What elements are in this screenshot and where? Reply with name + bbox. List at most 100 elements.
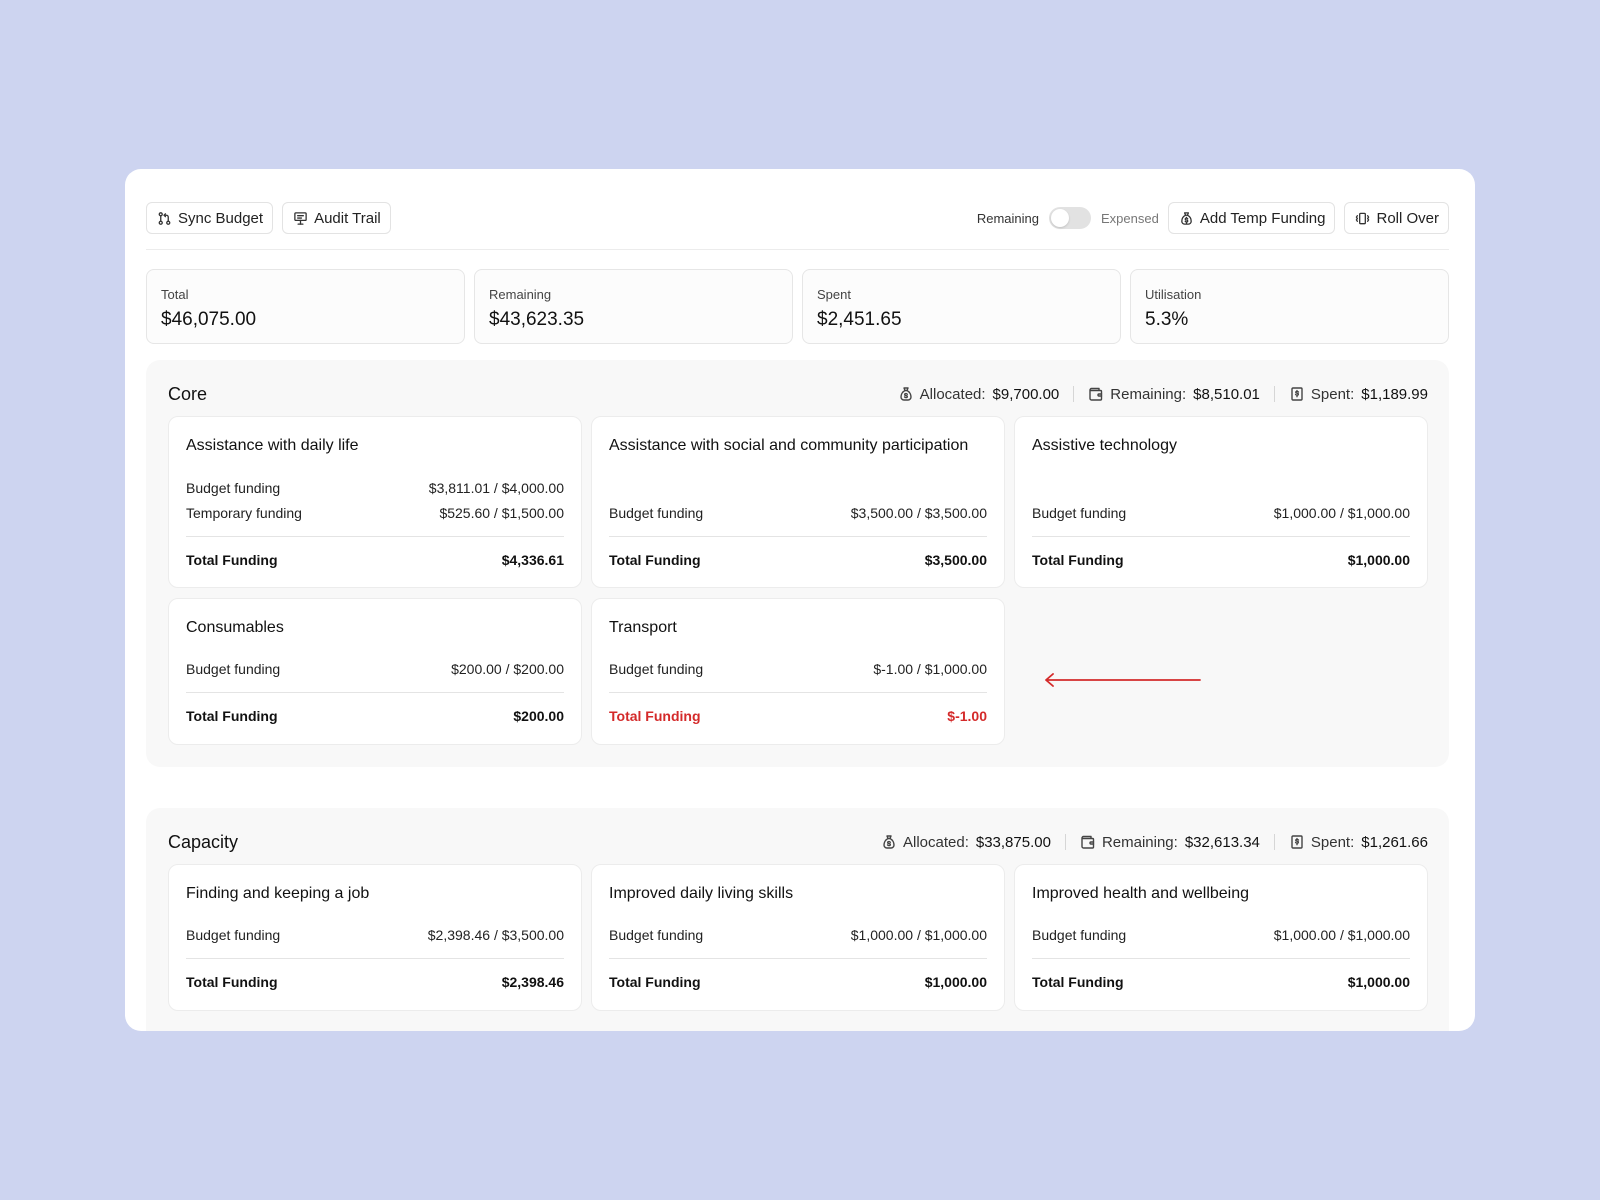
row-value: $200.00 / $200.00	[451, 660, 564, 677]
stat-label: Spent	[817, 287, 851, 302]
row-value: $1,000.00 / $1,000.00	[850, 926, 987, 943]
card-divider	[1032, 958, 1410, 959]
allocated-label: Allocated:	[919, 385, 986, 403]
allocated-summary: Allocated: $9,700.00	[898, 385, 1059, 403]
spent-value: $1,189.99	[1361, 385, 1428, 403]
funding-row: Temporary funding $525.60 / $1,500.00	[186, 500, 564, 525]
git-pull-request-icon	[158, 211, 171, 225]
section-title: Core	[168, 383, 208, 404]
card-title: Assistance with daily life	[186, 437, 359, 454]
funding-card-social-community[interactable]: Assistance with social and community par…	[591, 416, 1005, 588]
presentation-icon	[294, 211, 307, 225]
add-temp-funding-button[interactable]: Add Temp Funding	[1167, 202, 1336, 234]
total-label: Total Funding	[609, 552, 701, 568]
divider	[1273, 386, 1275, 402]
money-bag-icon	[899, 387, 912, 401]
row-label: Budget funding	[1032, 504, 1127, 521]
funding-card-consumables[interactable]: Consumables Budget funding $200.00 / $200…	[168, 598, 582, 745]
spent-value: $1,261.66	[1361, 833, 1428, 851]
section-capacity: Capacity Allocated: $33,875.00 Remaining…	[146, 808, 1449, 1031]
remaining-label: Remaining:	[1110, 385, 1187, 403]
card-rows: Budget funding $3,811.01 / $4,000.00 Temp…	[186, 475, 564, 525]
funding-card-transport[interactable]: Transport Budget funding $-1.00 / $1,000.…	[591, 598, 1005, 745]
roll-over-button[interactable]: Roll Over	[1344, 202, 1449, 234]
stat-card-remaining: Remaining $43,623.35	[474, 269, 793, 344]
funding-card-daily-living-skills[interactable]: Improved daily living skills Budget fund…	[591, 864, 1005, 1011]
add-temp-funding-label: Add Temp Funding	[1199, 209, 1326, 227]
remaining-label: Remaining:	[1101, 833, 1178, 851]
remaining-expensed-toggle[interactable]	[1049, 207, 1092, 229]
funding-card-assistance-daily-life[interactable]: Assistance with daily life Budget fundin…	[168, 416, 582, 588]
divider	[1064, 834, 1066, 850]
funding-row: Budget funding $1,000.00 / $1,000.00	[1032, 922, 1410, 947]
stat-value: $43,623.35	[489, 309, 585, 330]
total-value: $1,000.00	[1347, 974, 1410, 990]
section-core: Core Allocated: $9,700.00 Remaining: $8,…	[146, 360, 1449, 767]
allocated-value: $33,875.00	[975, 833, 1051, 851]
annotation-arrow-icon	[1045, 673, 1201, 687]
row-label: Temporary funding	[186, 504, 302, 521]
card-rows: Budget funding $1,000.00 / $1,000.00	[1032, 922, 1410, 947]
toggle-knob	[1051, 209, 1070, 227]
row-value: $2,398.46 / $3,500.00	[427, 926, 564, 943]
funding-row: Budget funding $2,398.46 / $3,500.00	[186, 922, 564, 947]
funding-card-assistive-technology[interactable]: Assistive technology Budget funding $1,00…	[1014, 416, 1428, 588]
card-divider	[186, 958, 564, 959]
total-funding-row-negative: Total Funding $-1.00	[609, 708, 987, 724]
total-value: $1,000.00	[924, 974, 987, 990]
total-funding-row: Total Funding $4,336.61	[186, 552, 564, 568]
stat-value: $2,451.65	[817, 309, 902, 330]
audit-trail-button[interactable]: Audit Trail	[282, 202, 391, 234]
remaining-summary: Remaining: $8,510.01	[1088, 386, 1260, 403]
funding-row: Budget funding $3,500.00 / $3,500.00	[609, 500, 987, 525]
audit-trail-label: Audit Trail	[314, 209, 381, 227]
total-value: $4,336.61	[501, 552, 564, 568]
vibrate-icon	[1356, 212, 1370, 224]
spent-label: Spent:	[1310, 385, 1355, 403]
stat-card-spent: Spent $2,451.65	[802, 269, 1121, 344]
total-funding-row: Total Funding $200.00	[186, 708, 564, 724]
wallet-icon	[1081, 835, 1095, 849]
receipt-icon	[1291, 387, 1303, 401]
wallet-icon	[1089, 387, 1103, 401]
card-rows: Budget funding $1,000.00 / $1,000.00	[1032, 500, 1410, 525]
funding-card-health-wellbeing[interactable]: Improved health and wellbeing Budget fun…	[1014, 864, 1428, 1011]
remaining-value: $8,510.01	[1193, 385, 1260, 403]
stat-label: Remaining	[489, 287, 552, 302]
total-label: Total Funding	[186, 552, 278, 568]
sync-budget-button[interactable]: Sync Budget	[146, 202, 274, 234]
stat-value: $46,075.00	[161, 309, 257, 330]
total-funding-row: Total Funding $1,000.00	[609, 974, 987, 990]
card-divider	[609, 536, 987, 537]
toolbar-left: Sync Budget Audit Trail	[146, 202, 391, 234]
total-value: $3,500.00	[924, 552, 987, 568]
sync-budget-label: Sync Budget	[178, 209, 264, 227]
total-funding-row: Total Funding $1,000.00	[1032, 552, 1410, 568]
toolbar-right: Remaining Expensed Add Temp Funding Roll…	[977, 202, 1449, 234]
section-summary: Allocated: $33,875.00 Remaining: $32,613…	[881, 834, 1428, 851]
funding-card-finding-job[interactable]: Finding and keeping a job Budget funding…	[168, 864, 582, 1011]
remaining-summary: Remaining: $32,613.34	[1080, 834, 1260, 851]
total-label: Total Funding	[186, 974, 278, 990]
row-label: Budget funding	[186, 479, 281, 496]
allocated-label: Allocated:	[902, 833, 969, 851]
toolbar: Sync Budget Audit Trail Remaining Expens…	[146, 202, 1449, 250]
row-value: $1,000.00 / $1,000.00	[1273, 504, 1410, 521]
divider	[1073, 386, 1075, 402]
stat-value: 5.3%	[1145, 309, 1189, 330]
divider	[1273, 834, 1275, 850]
funding-row: Budget funding $3,811.01 / $4,000.00	[186, 475, 564, 500]
roll-over-label: Roll Over	[1376, 209, 1439, 227]
total-funding-row: Total Funding $3,500.00	[609, 552, 987, 568]
total-label: Total Funding	[609, 974, 701, 990]
card-rows: Budget funding $-1.00 / $1,000.00	[609, 656, 987, 681]
card-rows: Budget funding $2,398.46 / $3,500.00	[186, 922, 564, 947]
row-value: $525.60 / $1,500.00	[439, 504, 564, 521]
card-divider	[186, 536, 564, 537]
total-label: Total Funding	[1032, 552, 1124, 568]
section-header: Capacity Allocated: $33,875.00 Remaining…	[168, 830, 1428, 854]
section-title: Capacity	[168, 831, 239, 852]
card-divider	[186, 692, 564, 693]
funding-row: Budget funding $200.00 / $200.00	[186, 656, 564, 681]
spent-label: Spent:	[1310, 833, 1355, 851]
